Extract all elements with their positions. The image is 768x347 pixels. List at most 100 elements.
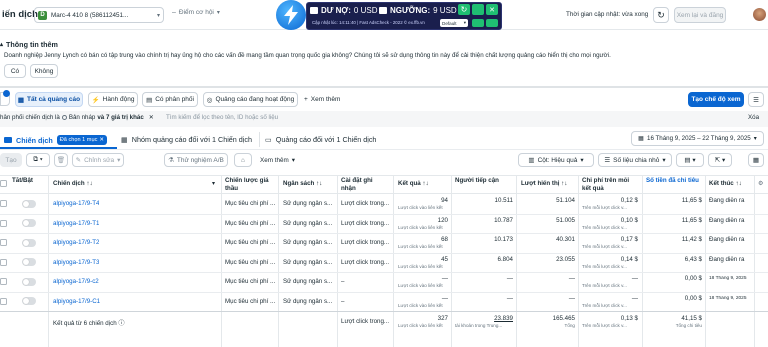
more-views-button[interactable]: + Xem thêm (304, 96, 340, 103)
row-checkbox[interactable] (0, 278, 7, 285)
export-button[interactable]: ⇱ ▾ (708, 153, 732, 167)
cost-per-result-cell: 0,14 $ (620, 255, 638, 263)
header-settings-icon[interactable]: ⚙ (758, 180, 764, 187)
campaign-name-link[interactable]: alpiyoga-17/9-T4 (53, 200, 99, 207)
review-publish-button[interactable]: Xem lại và đăng (674, 7, 726, 23)
columns-button[interactable]: ▥ Cột: Hiệu quả ▾ (518, 153, 594, 167)
amount-spent-cell: 6,43 $ (684, 255, 702, 263)
opportunity-value: – (172, 9, 176, 16)
ends-cell: Đang diễn ra (709, 216, 745, 224)
bid-strategy-cell: Mục tiêu chi phí ... (225, 219, 276, 227)
wallet-icon (310, 7, 318, 14)
notice-yes-button[interactable]: Có (4, 64, 26, 78)
breakdown-button[interactable]: ☰ Số liệu chia nhỏ ▾ (598, 153, 672, 167)
amount-spent-cell: 11,65 $ (681, 216, 702, 224)
row-checkbox[interactable] (0, 239, 7, 246)
actions-button[interactable]: ⚡ Hành động (88, 92, 138, 107)
account-label: Marc-4 410 8 (586112451... (51, 11, 129, 19)
header-cost-per-result[interactable]: Chi phí trên mỗi kết quả (582, 177, 638, 193)
create-button[interactable]: Tạo (0, 153, 22, 167)
cost-per-result-sub: Trên mỗi lượt click v... (582, 224, 627, 230)
header-bid-strategy[interactable]: Chiến lược giá thầu (225, 177, 275, 193)
more-actions-button[interactable]: Xem thêm ▾ (260, 157, 295, 164)
delete-button[interactable]: 🗑 (54, 153, 68, 167)
opportunity-score[interactable]: – Điểm cơ hội ▾ (172, 9, 220, 16)
charts-button[interactable]: ▦ (748, 153, 764, 167)
select-all-checkbox[interactable] (0, 180, 7, 187)
extension-profile-select[interactable]: Default ▾ (440, 19, 468, 27)
chevron-up-icon[interactable]: ▴ (0, 41, 3, 48)
duplicate-button[interactable]: ⧉ ▾ (26, 153, 50, 167)
header-dropdown-icon[interactable]: ▾ (212, 180, 215, 187)
header-ends[interactable]: Kết thúc ↑↓ (709, 180, 742, 187)
reach-cell: 10.173 (494, 236, 513, 243)
row-toggle[interactable] (22, 297, 36, 305)
refresh-icon[interactable]: ↻ (653, 7, 669, 23)
row-divider (0, 272, 768, 273)
chart-icon: ▤ (146, 96, 153, 104)
results-cell: — (441, 294, 448, 302)
footer-results-sub: Lượt click vào liên kết (398, 323, 443, 328)
row-toggle[interactable] (22, 199, 36, 208)
campaign-name-link[interactable]: alpiyoga-17/9-T3 (53, 259, 99, 266)
edit-button[interactable]: ✎ Chỉnh sửa ▾ (72, 153, 124, 167)
header-results[interactable]: Kết quả ↑↓ (398, 180, 429, 187)
campaign-name-link[interactable]: alpiyoga-17/9-T1 (53, 220, 99, 227)
footer-label: Kết quả từ 6 chiến dịch ⓘ (53, 320, 125, 327)
campaign-name-link[interactable]: alpiyoga-17/9-c2 (53, 278, 99, 285)
header-toggle[interactable]: Tắt/Bật (12, 177, 33, 184)
extension-green-button-1[interactable] (472, 19, 484, 27)
close-icon[interactable]: ✕ (149, 114, 154, 121)
delivery-button[interactable]: ▤ Có phân phối (142, 92, 198, 107)
ab-test-button[interactable]: ⚗ Thử nghiệm A/B (164, 153, 228, 167)
date-range-picker[interactable]: ▦ 16 Tháng 9, 2025 – 22 Tháng 9, 2025 ▾ (631, 131, 764, 146)
info-icon[interactable]: ⓘ (118, 320, 124, 327)
extension-copy-button[interactable] (472, 4, 484, 15)
tag-button[interactable]: ⌂ (234, 153, 252, 167)
campaign-name-link[interactable]: alpiyoga-17/9-C1 (53, 298, 100, 305)
active-ads-button[interactable]: ◎ Quảng cáo đang hoạt động (203, 92, 298, 107)
document-icon: ▭ (265, 135, 272, 144)
account-selector[interactable]: D Marc-4 410 8 (586112451... ▾ (34, 7, 164, 23)
avatar[interactable] (753, 8, 766, 21)
results-sub: Lượt click vào liên kết (398, 263, 443, 269)
notice-no-button[interactable]: Không (30, 64, 58, 78)
header-budget[interactable]: Ngân sách ↑↓ (283, 180, 322, 187)
filter-search-input[interactable]: Tìm kiếm để lọc theo tên, ID hoặc số liệ… (166, 114, 278, 121)
cost-per-result-cell: 0,12 $ (620, 197, 638, 204)
update-time: Thời gian cập nhật: vừa xong (566, 11, 649, 18)
notice-title: ▴ Thông tin thêm (0, 40, 58, 49)
clear-filter-link[interactable]: Xóa (748, 114, 759, 121)
campaign-name-link[interactable]: alpiyoga-17/9-T2 (53, 239, 99, 246)
extension-logo-icon[interactable] (276, 0, 306, 30)
tab-ads[interactable]: ▭ Quảng cáo đối với 1 Chiến dịch (265, 135, 376, 144)
row-toggle[interactable] (22, 238, 36, 247)
row-checkbox[interactable] (0, 297, 7, 305)
tab-adsets[interactable]: ▦ Nhóm quảng cáo đối với 1 Chiến dịch (121, 135, 252, 144)
reports-button[interactable]: ▤ ▾ (676, 153, 704, 167)
header-reach[interactable]: Người tiếp cận (455, 177, 510, 185)
create-view-button[interactable]: Tạo chế độ xem (688, 92, 744, 107)
results-cell: — (441, 275, 448, 282)
extension-green-button-2[interactable] (486, 19, 498, 27)
header-campaign[interactable]: Chiến dịch ↑↓ (53, 180, 93, 187)
header-attribution[interactable]: Cài đặt ghi nhận (341, 177, 386, 193)
selected-badge[interactable]: Đã chọn 1 mục ✕ (56, 135, 108, 145)
all-ads-button[interactable]: ▦ Tất cả quảng cáo (15, 92, 83, 107)
filter-chip[interactable]: hân phối chiến dịch là Bản nháp và 7 giá… (0, 114, 154, 121)
header-impressions[interactable]: Lượt hiển thị ↑↓ (521, 180, 567, 187)
bid-strategy-cell: Mục tiêu chi phí ... (225, 258, 276, 266)
threshold-icon (379, 7, 387, 14)
view-settings-icon[interactable]: ☰ (748, 92, 764, 107)
extension-close-button[interactable]: ✕ (486, 4, 498, 15)
row-checkbox[interactable] (0, 200, 7, 207)
header-amount-spent[interactable]: Số tiền đã chi tiêu (646, 177, 702, 185)
row-toggle[interactable] (22, 277, 36, 286)
row-toggle[interactable] (22, 219, 36, 227)
row-checkbox[interactable] (0, 219, 7, 227)
row-checkbox[interactable] (0, 258, 7, 266)
extension-refresh-button[interactable]: ↻ (458, 4, 470, 15)
calendar-icon: ▦ (638, 135, 645, 142)
row-toggle[interactable] (22, 258, 36, 266)
results-cell: 68 (441, 236, 448, 243)
